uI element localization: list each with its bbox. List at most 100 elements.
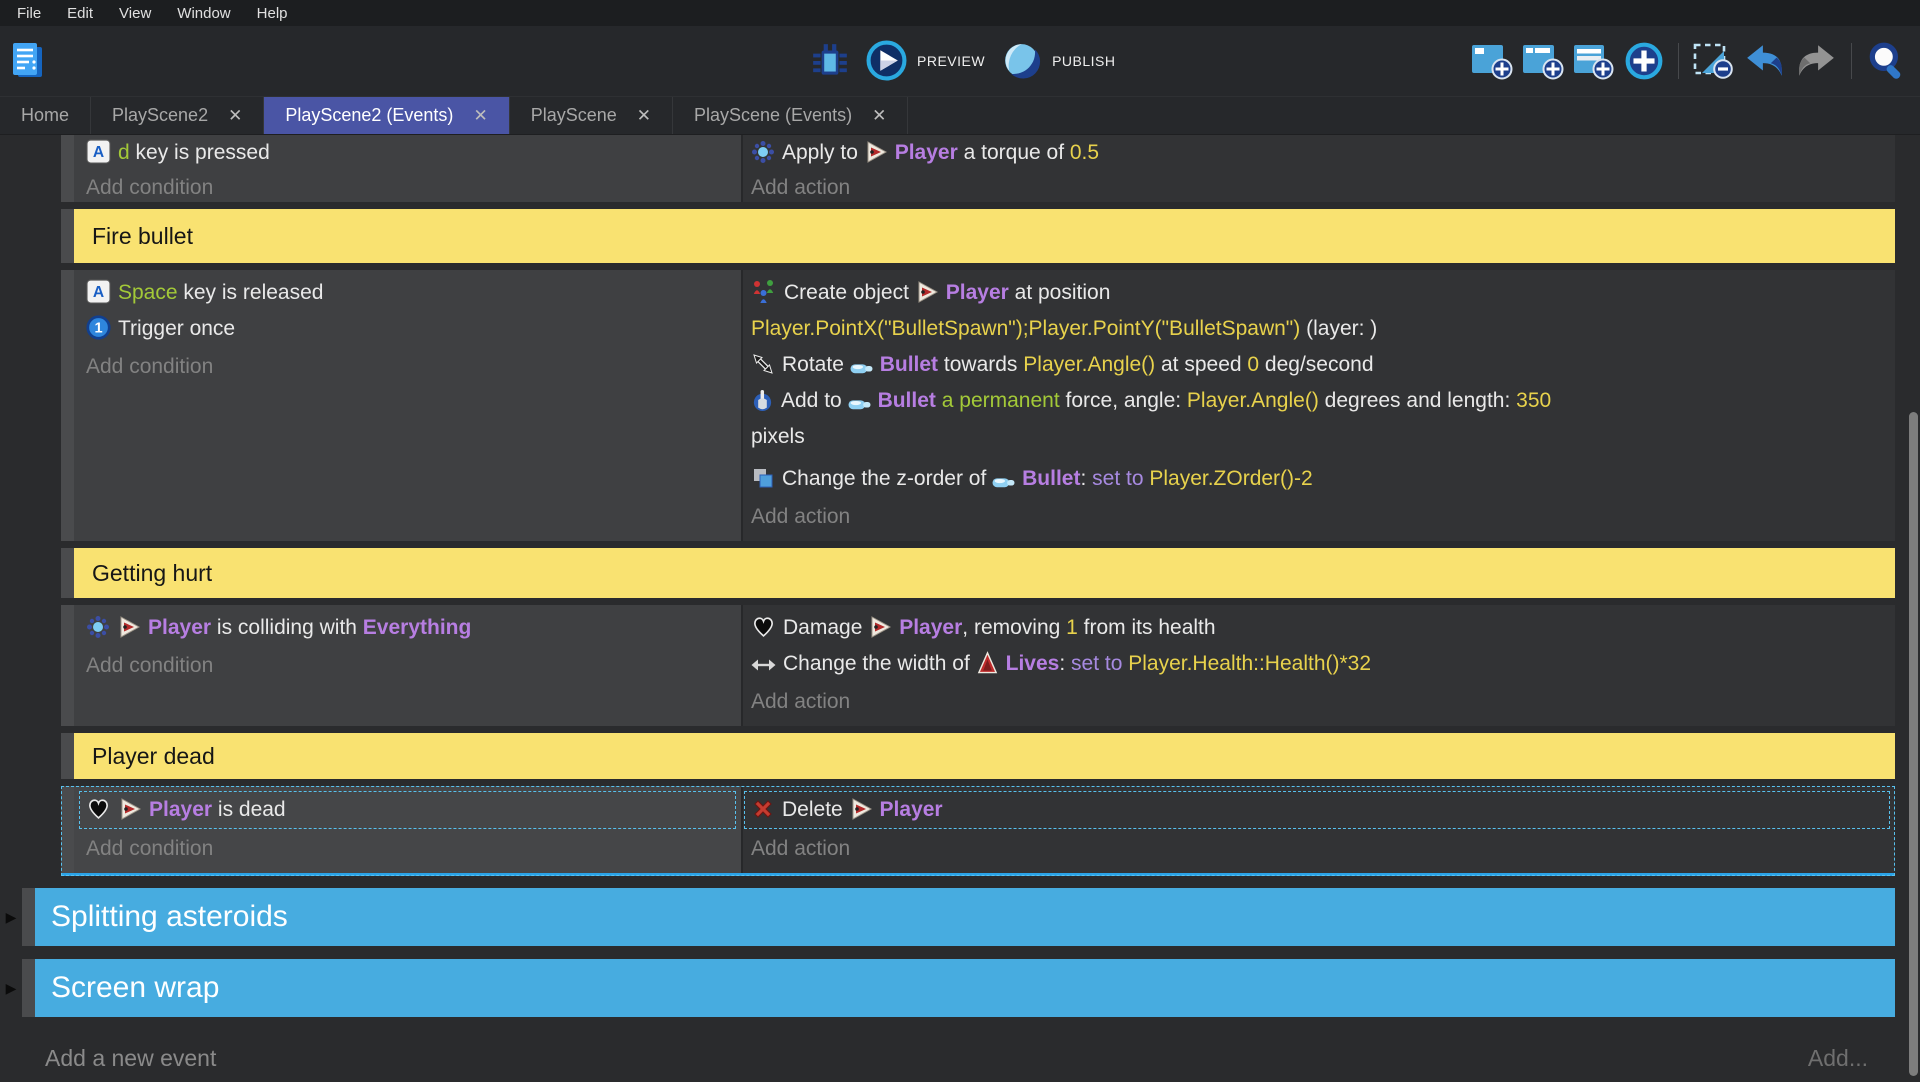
- svg-text:A: A: [93, 284, 104, 301]
- event-grip[interactable]: [61, 270, 74, 541]
- event-line[interactable]: Create object Player at position: [751, 275, 1885, 311]
- group-banner[interactable]: Screen wrap: [35, 959, 1895, 1017]
- event-line[interactable]: Add to Bullet a permanent force, angle: …: [751, 383, 1885, 419]
- text: degrees and length:: [1319, 389, 1516, 412]
- event-grip[interactable]: [61, 786, 74, 873]
- add-condition-button[interactable]: Add condition: [86, 349, 731, 385]
- event-grip[interactable]: [61, 548, 74, 598]
- event-grip[interactable]: [61, 605, 74, 726]
- event-line[interactable]: Rotate Bullet towards Player.Angle() at …: [751, 347, 1885, 383]
- tab-label: PlayScene (Events): [694, 105, 852, 126]
- add-new-event-button[interactable]: Add a new event: [45, 1045, 216, 1072]
- text: pixels: [751, 425, 805, 448]
- add-comment-icon[interactable]: [1573, 41, 1615, 81]
- close-tab-icon[interactable]: ✕: [228, 107, 242, 124]
- menu-edit[interactable]: Edit: [54, 5, 106, 22]
- event-line[interactable]: Player is dead: [79, 791, 736, 829]
- event-line[interactable]: Change the z-order of Bullet: set to Pla…: [751, 461, 1885, 497]
- close-tab-icon[interactable]: ✕: [473, 107, 487, 124]
- tab-playscene2[interactable]: PlayScene2 ✕: [91, 97, 264, 134]
- tab-playscene2-events[interactable]: PlayScene2 (Events) ✕: [264, 97, 509, 134]
- event-line[interactable]: Damage Player, removing 1 from its healt…: [751, 610, 1885, 646]
- text: Damage: [783, 616, 868, 639]
- tab-label: PlayScene: [531, 105, 617, 126]
- svg-text:A: A: [93, 144, 104, 161]
- bullet-icon: [850, 347, 873, 383]
- publish-globe-icon: [1001, 40, 1042, 81]
- undo-icon[interactable]: [1744, 43, 1786, 79]
- menu-view[interactable]: View: [106, 5, 164, 22]
- search-icon[interactable]: [1866, 40, 1908, 82]
- menu-file[interactable]: File: [4, 5, 54, 22]
- comment-banner[interactable]: Fire bullet: [74, 209, 1895, 263]
- add-action-button[interactable]: Add action: [751, 684, 1885, 720]
- menu-bar: File Edit View Window Help: [0, 0, 1920, 26]
- expression-text: 0.5: [1070, 141, 1099, 164]
- event-line[interactable]: Delete Player: [744, 791, 1890, 829]
- trigger-once-icon: 1: [86, 311, 111, 347]
- add-subevent-icon[interactable]: [1522, 41, 1564, 81]
- event-line[interactable]: pixels: [751, 419, 1885, 455]
- text: Rotate: [782, 353, 850, 376]
- add-action-button[interactable]: Add action: [751, 171, 1885, 202]
- add-condition-button[interactable]: Add condition: [86, 831, 731, 867]
- event-grip[interactable]: [22, 888, 35, 946]
- tab-playscene-events[interactable]: PlayScene (Events) ✕: [673, 97, 908, 134]
- event-line[interactable]: 1Trigger once: [86, 311, 731, 347]
- add-more-button[interactable]: Add...: [1808, 1045, 1868, 1072]
- event-row: Player is colliding with EverythingAdd c…: [61, 605, 1895, 726]
- event-line[interactable]: Ad key is pressed: [86, 136, 731, 169]
- preview-button[interactable]: PREVIEW: [866, 40, 985, 81]
- conditions-cell: Player is colliding with EverythingAdd c…: [74, 605, 741, 726]
- event-grip[interactable]: [22, 959, 35, 1017]
- project-manager-icon[interactable]: [8, 39, 46, 83]
- event-row: Ad key is pressedAdd condition Apply to P…: [61, 135, 1895, 202]
- preview-label: PREVIEW: [917, 53, 985, 69]
- heart-icon: [86, 792, 111, 828]
- add-action-button[interactable]: Add action: [751, 499, 1885, 535]
- add-condition-button[interactable]: Add condition: [86, 171, 731, 202]
- comment-banner[interactable]: Player dead: [74, 733, 1895, 779]
- text: at speed: [1155, 353, 1247, 376]
- add-action-button[interactable]: Add action: [751, 831, 1885, 867]
- add-condition-button[interactable]: Add condition: [86, 648, 731, 684]
- tab-home[interactable]: Home: [0, 97, 91, 134]
- width-icon: [751, 646, 776, 682]
- event-line[interactable]: ASpace key is released: [86, 275, 731, 311]
- events-footer: Add a new event Add...: [0, 1023, 1895, 1072]
- expression-text: Player.Health::Health()*32: [1128, 652, 1371, 675]
- add-event-icon[interactable]: [1471, 41, 1513, 81]
- event-grip[interactable]: [61, 733, 74, 779]
- heart-icon: [751, 610, 776, 646]
- group-banner[interactable]: Splitting asteroids: [35, 888, 1895, 946]
- scrollbar-thumb[interactable]: [1909, 412, 1918, 1076]
- toolbar-separator: [1678, 43, 1679, 79]
- tab-playscene[interactable]: PlayScene ✕: [510, 97, 673, 134]
- menu-window[interactable]: Window: [164, 5, 243, 22]
- object-link: Player: [880, 798, 943, 821]
- debugger-icon[interactable]: [810, 41, 850, 81]
- object-link: Player: [899, 616, 962, 639]
- close-tab-icon[interactable]: ✕: [872, 107, 886, 124]
- collapse-arrow-icon[interactable]: ▶: [0, 888, 22, 946]
- menu-help[interactable]: Help: [244, 5, 301, 22]
- physics-icon: [86, 610, 110, 646]
- event-line[interactable]: Apply to Player a torque of 0.5: [751, 136, 1885, 169]
- event-line[interactable]: Player is colliding with Everything: [86, 610, 731, 646]
- comment-banner[interactable]: Getting hurt: [74, 548, 1895, 598]
- delete-selection-icon[interactable]: [1693, 41, 1735, 81]
- text: a torque of: [958, 141, 1070, 164]
- redo-icon[interactable]: [1795, 43, 1837, 79]
- close-tab-icon[interactable]: ✕: [637, 107, 651, 124]
- event-line[interactable]: Change the width of Lives: set to Player…: [751, 646, 1885, 682]
- event-grip[interactable]: [61, 135, 74, 202]
- text: at position: [1009, 281, 1111, 304]
- keyboard-icon: A: [86, 275, 111, 311]
- event-grip[interactable]: [61, 209, 74, 263]
- player-ship-icon: [868, 610, 892, 646]
- collapse-arrow-icon[interactable]: ▶: [0, 959, 22, 1017]
- operator-text: set to: [1092, 467, 1149, 490]
- choose-event-icon[interactable]: [1624, 41, 1664, 81]
- publish-button[interactable]: PUBLISH: [1001, 40, 1115, 81]
- event-line[interactable]: Player.PointX("BulletSpawn");Player.Poin…: [751, 311, 1885, 347]
